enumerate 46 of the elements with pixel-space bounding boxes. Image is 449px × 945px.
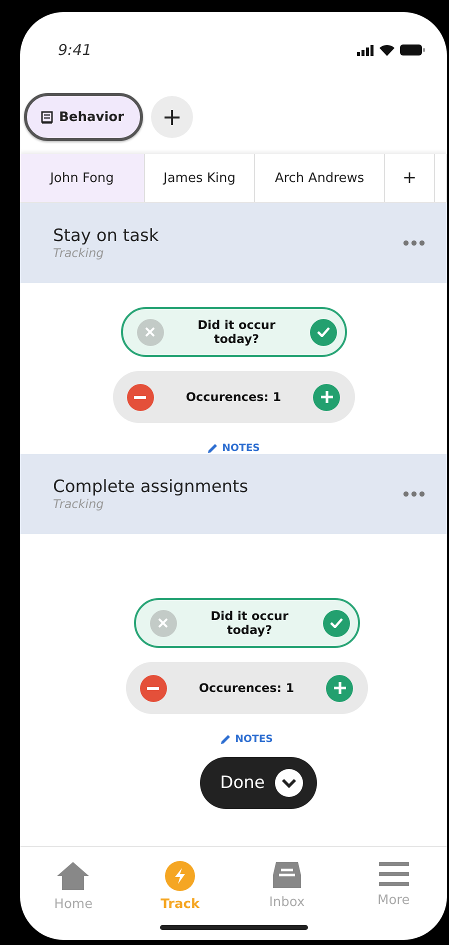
notes-link[interactable]: NOTES bbox=[207, 443, 260, 454]
plus-icon bbox=[320, 391, 333, 403]
student-tab[interactable]: Arch Andrews bbox=[255, 154, 385, 202]
decrement-button[interactable] bbox=[140, 674, 166, 702]
decrement-button[interactable] bbox=[126, 384, 154, 410]
more-options-icon[interactable] bbox=[403, 240, 425, 246]
book-icon bbox=[41, 110, 53, 124]
add-category-button[interactable]: + bbox=[151, 96, 194, 138]
menu-icon bbox=[378, 860, 409, 887]
behavior-title: Complete assignments bbox=[53, 477, 248, 497]
occurrence-question: Did it occur today? bbox=[196, 318, 276, 346]
add-student-tab[interactable]: + bbox=[385, 154, 435, 202]
occurrence-toggle[interactable]: Did it occur today? bbox=[120, 307, 346, 357]
chevron-down-icon bbox=[274, 769, 303, 797]
plus-icon bbox=[334, 682, 346, 694]
behavior-status: Tracking bbox=[53, 497, 105, 511]
occurrence-question: Did it occur today? bbox=[210, 609, 290, 637]
pencil-icon bbox=[220, 734, 232, 745]
minus-icon bbox=[147, 686, 159, 690]
increment-button[interactable] bbox=[326, 674, 354, 702]
yes-button[interactable] bbox=[310, 318, 336, 346]
notes-link[interactable]: NOTES bbox=[220, 734, 273, 745]
home-icon bbox=[56, 860, 90, 891]
increment-button[interactable] bbox=[313, 384, 340, 410]
check-icon bbox=[330, 618, 342, 628]
battery-icon bbox=[400, 44, 425, 56]
behavior-title: Stay on task bbox=[53, 226, 159, 246]
behavior-status: Tracking bbox=[53, 246, 105, 260]
minus-icon bbox=[134, 396, 146, 398]
student-tab[interactable]: James King bbox=[145, 154, 255, 202]
more-options-icon[interactable] bbox=[403, 491, 425, 497]
inbox-icon bbox=[272, 860, 302, 889]
wifi-icon bbox=[379, 44, 395, 56]
category-chip[interactable]: Behavior bbox=[24, 93, 144, 141]
occurrence-toggle[interactable]: Did it occur today? bbox=[134, 598, 360, 648]
signal-icon bbox=[357, 44, 374, 56]
status-time: 9:41 bbox=[58, 41, 92, 59]
done-button[interactable]: Done bbox=[200, 757, 317, 809]
yes-button[interactable] bbox=[322, 610, 350, 636]
close-icon bbox=[145, 327, 155, 337]
close-icon bbox=[158, 618, 168, 628]
occurrence-count: Occurences: 1 bbox=[198, 681, 294, 695]
lightning-icon bbox=[165, 860, 196, 891]
student-tab[interactable]: John Fong bbox=[20, 154, 145, 202]
check-icon bbox=[316, 327, 330, 337]
occurrence-count: Occurences: 1 bbox=[186, 390, 282, 404]
